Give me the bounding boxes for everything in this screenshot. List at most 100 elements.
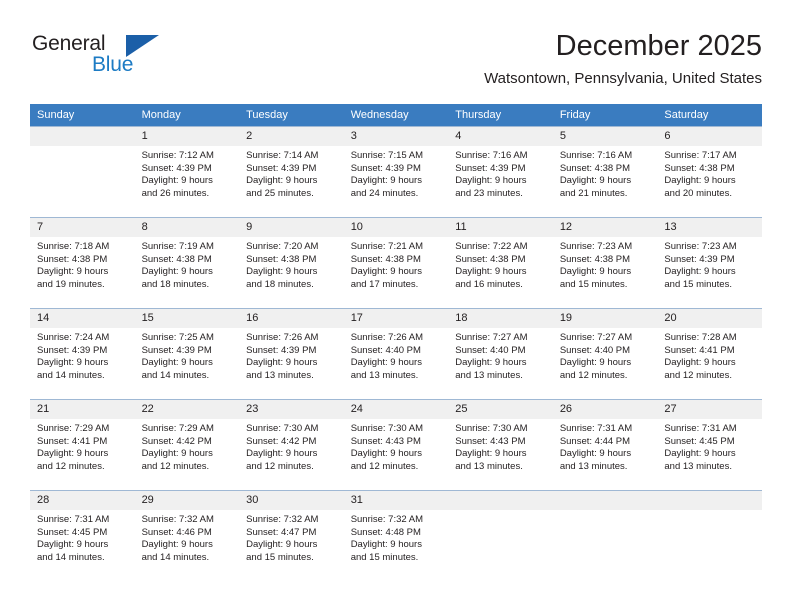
calendar-day-cell[interactable]: 10 Sunrise: 7:21 AM Sunset: 4:38 PM Dayligh… — [343, 217, 449, 300]
calendar-day-cell[interactable]: 8 Sunrise: 7:19 AM Sunset: 4:38 PM Daylight… — [134, 217, 240, 300]
calendar-week-row: 1 Sunrise: 7:12 AM Sunset: 4:39 PM Daylight… — [30, 126, 762, 209]
calendar-day-cell[interactable]: 4 Sunrise: 7:16 AM Sunset: 4:39 PM Daylight… — [448, 126, 553, 209]
calendar-day-cell[interactable]: 13 Sunrise: 7:23 AM Sunset: 4:39 PM Dayligh… — [657, 217, 762, 300]
day-number: 19 — [552, 309, 658, 328]
sunset-text: Sunset: 4:39 PM — [350, 162, 421, 174]
calendar-day-cell[interactable]: 2 Sunrise: 7:14 AM Sunset: 4:39 PM Daylight… — [239, 126, 344, 209]
day-number: 10 — [343, 218, 449, 237]
daylight-text-line2: and 14 minutes. — [141, 369, 210, 381]
sunset-text: Sunset: 4:38 PM — [559, 162, 631, 174]
daylight-text-line2: and 20 minutes. — [664, 187, 732, 199]
calendar-day-cell[interactable]: 30 Sunrise: 7:32 AM Sunset: 4:47 PM Dayligh… — [239, 490, 344, 573]
daylight-text-line2: and 23 minutes. — [455, 187, 523, 199]
calendar-day-cell[interactable]: 21 Sunrise: 7:29 AM Sunset: 4:41 PM Dayligh… — [30, 399, 135, 482]
calendar-day-cell[interactable]: 5 Sunrise: 7:16 AM Sunset: 4:38 PM Daylight… — [552, 126, 658, 209]
calendar-day-cell[interactable]: 11 Sunrise: 7:22 AM Sunset: 4:38 PM Dayligh… — [448, 217, 553, 300]
daylight-text-line1: Daylight: 9 hours — [37, 357, 109, 369]
sunrise-text: Sunrise: 7:18 AM — [37, 241, 110, 252]
sunset-text: Sunset: 4:40 PM — [559, 344, 631, 356]
sunset-text: Sunset: 4:45 PM — [664, 435, 735, 447]
sunrise-text: Sunrise: 7:31 AM — [37, 514, 110, 525]
day-details: Sunrise: 7:27 AM Sunset: 4:40 PM Daylight:… — [553, 328, 658, 382]
sunset-text: Sunset: 4:39 PM — [246, 162, 317, 174]
calendar-day-cell[interactable]: 31 Sunrise: 7:32 AM Sunset: 4:48 PM Dayligh… — [343, 490, 449, 573]
sunrise-text: Sunrise: 7:12 AM — [141, 150, 214, 161]
calendar-day-cell[interactable]: 12 Sunrise: 7:23 AM Sunset: 4:38 PM Dayligh… — [552, 217, 658, 300]
brand-name-blue: Blue — [92, 53, 134, 76]
calendar-day-cell[interactable]: 28 Sunrise: 7:31 AM Sunset: 4:45 PM Dayligh… — [30, 490, 135, 573]
calendar-week-row: 7 Sunrise: 7:18 AM Sunset: 4:38 PM Daylight… — [30, 217, 762, 300]
calendar-day-cell[interactable]: 27 Sunrise: 7:31 AM Sunset: 4:45 PM Dayligh… — [657, 399, 762, 482]
day-number: 18 — [448, 309, 553, 328]
day-number: 17 — [343, 309, 449, 328]
sunset-text: Sunset: 4:39 PM — [37, 344, 108, 356]
sunset-text: Sunset: 4:40 PM — [455, 344, 526, 356]
weekday-header-wednesday: Wednesday — [343, 104, 449, 127]
calendar-day-cell[interactable]: 7 Sunrise: 7:18 AM Sunset: 4:38 PM Daylight… — [30, 217, 135, 300]
day-number: 16 — [239, 309, 344, 328]
sunrise-text: Sunrise: 7:23 AM — [559, 241, 633, 252]
title-block: December 2025 Watsontown, Pennsylvania, … — [484, 28, 762, 90]
daylight-text-line2: and 14 minutes. — [37, 551, 105, 563]
daylight-text-line2: and 13 minutes. — [350, 369, 419, 381]
day-details: Sunrise: 7:27 AM Sunset: 4:40 PM Daylight:… — [448, 328, 553, 382]
weekday-header-sunday: Sunday — [30, 104, 135, 127]
day-number: 1 — [134, 127, 240, 146]
calendar-day-cell[interactable]: 26 Sunrise: 7:31 AM Sunset: 4:44 PM Dayligh… — [552, 399, 658, 482]
sunset-text: Sunset: 4:40 PM — [350, 344, 421, 356]
daylight-text-line1: Daylight: 9 hours — [664, 448, 736, 460]
daylight-text-line2: and 15 minutes. — [559, 278, 628, 290]
daylight-text-line2: and 17 minutes. — [350, 278, 419, 290]
daylight-text-line1: Daylight: 9 hours — [37, 539, 109, 551]
day-number: 7 — [30, 218, 135, 237]
calendar-day-cell[interactable]: 22 Sunrise: 7:29 AM Sunset: 4:42 PM Dayligh… — [134, 399, 240, 482]
daylight-text-line1: Daylight: 9 hours — [455, 448, 527, 460]
sunset-text: Sunset: 4:38 PM — [559, 253, 631, 265]
day-number: 4 — [448, 127, 553, 146]
calendar-day-cell[interactable]: 9 Sunrise: 7:20 AM Sunset: 4:38 PM Daylight… — [239, 217, 344, 300]
day-number: 9 — [239, 218, 344, 237]
day-number: 24 — [343, 400, 449, 419]
sunrise-text: Sunrise: 7:28 AM — [664, 332, 737, 343]
calendar-day-cell[interactable]: 15 Sunrise: 7:25 AM Sunset: 4:39 PM Dayligh… — [134, 308, 240, 391]
calendar-day-cell[interactable]: 18 Sunrise: 7:27 AM Sunset: 4:40 PM Dayligh… — [448, 308, 553, 391]
sunset-text: Sunset: 4:38 PM — [37, 253, 108, 265]
sunrise-text: Sunrise: 7:27 AM — [559, 332, 633, 343]
daylight-text-line1: Daylight: 9 hours — [559, 266, 632, 278]
day-number: 29 — [134, 491, 240, 510]
calendar-day-cell[interactable]: 25 Sunrise: 7:30 AM Sunset: 4:43 PM Dayligh… — [448, 399, 553, 482]
day-number: 30 — [239, 491, 344, 510]
calendar-day-cell[interactable]: 29 Sunrise: 7:32 AM Sunset: 4:46 PM Dayligh… — [134, 490, 240, 573]
brand-logo[interactable]: General Blue — [32, 32, 212, 86]
calendar-day-cell[interactable]: 3 Sunrise: 7:15 AM Sunset: 4:39 PM Daylight… — [343, 126, 449, 209]
daylight-text-line1: Daylight: 9 hours — [141, 448, 213, 460]
sunset-text: Sunset: 4:38 PM — [664, 162, 735, 174]
calendar-day-cell[interactable]: 20 Sunrise: 7:28 AM Sunset: 4:41 PM Dayligh… — [657, 308, 762, 391]
calendar-day-cell[interactable]: 23 Sunrise: 7:30 AM Sunset: 4:42 PM Dayligh… — [239, 399, 344, 482]
daylight-text-line1: Daylight: 9 hours — [664, 357, 736, 369]
sunset-text: Sunset: 4:39 PM — [664, 253, 735, 265]
week-separator — [30, 391, 762, 400]
sunrise-text: Sunrise: 7:14 AM — [246, 150, 319, 161]
daylight-text-line2: and 13 minutes. — [559, 460, 628, 472]
daylight-text-line2: and 12 minutes. — [350, 460, 419, 472]
calendar-day-cell[interactable]: 17 Sunrise: 7:26 AM Sunset: 4:40 PM Dayligh… — [343, 308, 449, 391]
sunrise-text: Sunrise: 7:32 AM — [246, 514, 319, 525]
calendar-day-cell[interactable]: 1 Sunrise: 7:12 AM Sunset: 4:39 PM Daylight… — [134, 126, 240, 209]
sunrise-text: Sunrise: 7:17 AM — [664, 150, 737, 161]
daylight-text-line1: Daylight: 9 hours — [664, 175, 736, 187]
daylight-text-line2: and 13 minutes. — [664, 460, 732, 472]
daylight-text-line2: and 14 minutes. — [141, 551, 210, 563]
day-number: 5 — [552, 127, 658, 146]
sunrise-text: Sunrise: 7:15 AM — [350, 150, 424, 161]
day-number: 26 — [552, 400, 658, 419]
calendar-day-cell[interactable]: 6 Sunrise: 7:17 AM Sunset: 4:38 PM Daylight… — [657, 126, 762, 209]
calendar-day-cell[interactable]: 14 Sunrise: 7:24 AM Sunset: 4:39 PM Dayligh… — [30, 308, 135, 391]
daylight-text-line2: and 21 minutes. — [559, 187, 628, 199]
calendar-day-cell[interactable]: 19 Sunrise: 7:27 AM Sunset: 4:40 PM Dayligh… — [552, 308, 658, 391]
daylight-text-line2: and 15 minutes. — [664, 278, 732, 290]
sunset-text: Sunset: 4:39 PM — [246, 344, 317, 356]
sunset-text: Sunset: 4:48 PM — [350, 526, 421, 538]
calendar-day-cell[interactable]: 16 Sunrise: 7:26 AM Sunset: 4:39 PM Dayligh… — [239, 308, 344, 391]
calendar-day-cell[interactable]: 24 Sunrise: 7:30 AM Sunset: 4:43 PM Dayligh… — [343, 399, 449, 482]
